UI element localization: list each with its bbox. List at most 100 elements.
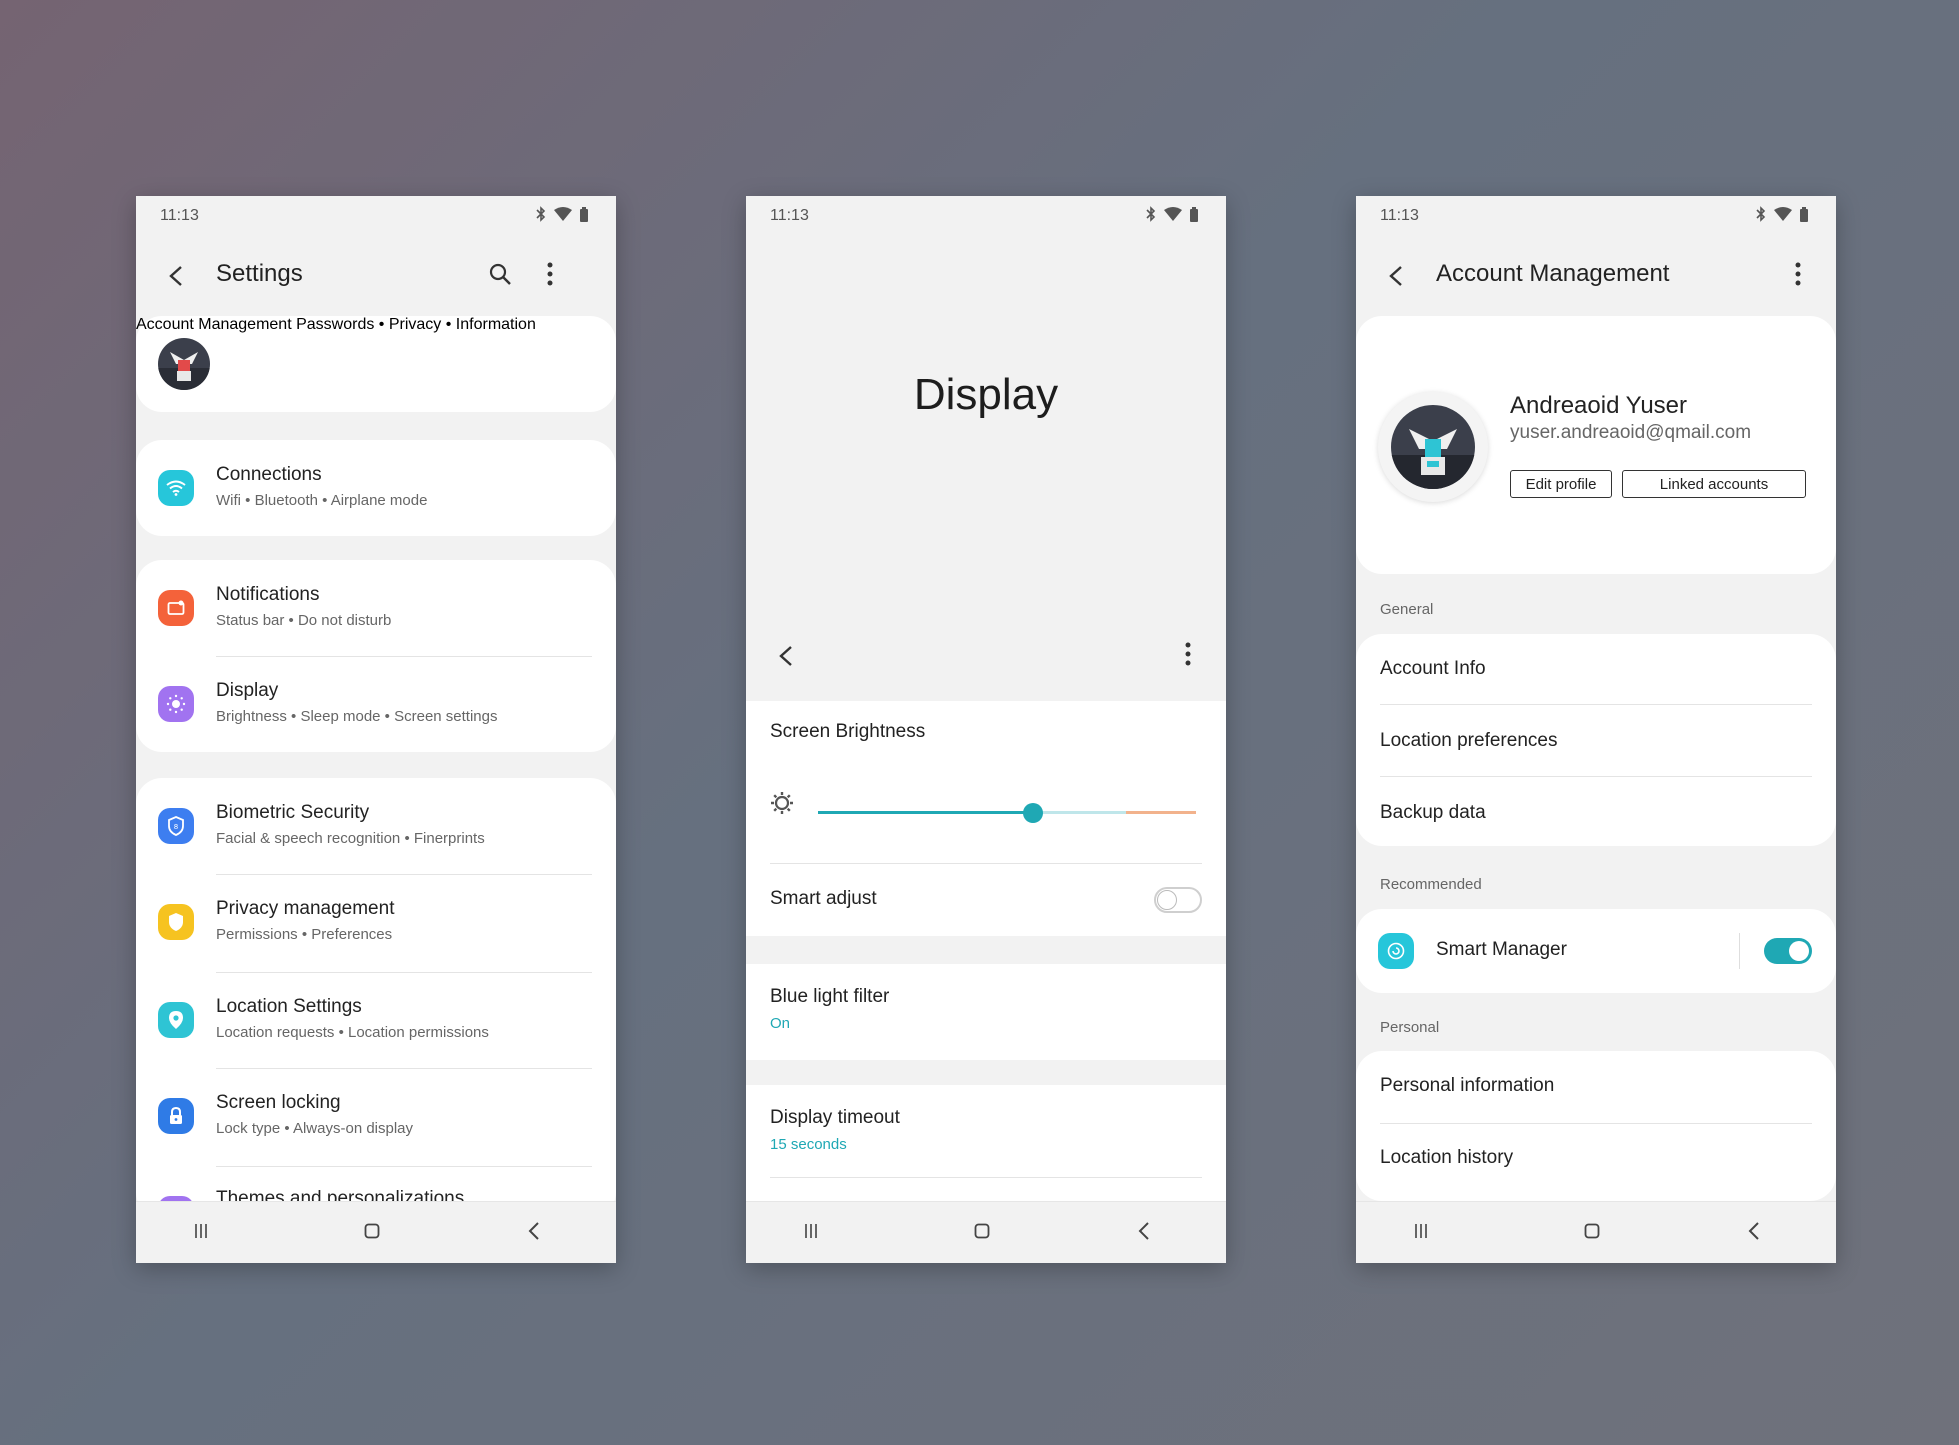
recent-apps-button[interactable] <box>795 1217 827 1249</box>
blue-light-filter-item[interactable]: Blue light filter On <box>746 964 1226 1060</box>
bluetooth-icon <box>1146 206 1156 222</box>
more-options-button[interactable] <box>1170 638 1206 674</box>
settings-item-privacy[interactable]: Privacy management Permissions • Prefere… <box>136 874 616 972</box>
edit-profile-button[interactable]: Edit profile <box>1510 470 1612 498</box>
item-title: Location Settings <box>216 996 362 1017</box>
home-icon <box>364 1223 380 1244</box>
more-vertical-icon <box>1795 262 1801 291</box>
search-icon <box>488 262 512 291</box>
account-card[interactable]: Account Management Passwords • Privacy •… <box>136 316 616 412</box>
notification-icon <box>158 590 194 626</box>
nav-back-button[interactable] <box>1738 1217 1770 1249</box>
settings-item-notifications[interactable]: Notifications Status bar • Do not distur… <box>136 560 616 656</box>
wifi-status-icon <box>1164 207 1182 221</box>
divider <box>770 863 1202 864</box>
home-button[interactable] <box>1576 1217 1608 1249</box>
home-button[interactable] <box>966 1217 998 1249</box>
item-subtitle: Permissions • Preferences <box>216 926 393 943</box>
page-title: Account Management <box>1436 260 1670 287</box>
item-title: Notifications <box>216 584 320 605</box>
app-bar: Account Management <box>1356 236 1836 316</box>
backup-data-item[interactable]: Backup data <box>1356 776 1836 846</box>
app-bar: Settings <box>136 236 616 316</box>
item-label: Location history <box>1380 1147 1514 1168</box>
settings-item-location[interactable]: Location Settings Location requests • Lo… <box>136 972 616 1068</box>
personal-card: Personal information Location history <box>1356 1051 1836 1201</box>
item-title: Screen locking <box>216 1092 341 1113</box>
search-button[interactable] <box>482 258 518 294</box>
svg-text:8: 8 <box>174 823 178 831</box>
divider <box>1739 933 1740 969</box>
recent-apps-icon <box>193 1223 209 1244</box>
item-label: Location preferences <box>1380 730 1558 751</box>
nav-back-icon <box>1748 1221 1760 1245</box>
display-timeout-item[interactable]: Display timeout 15 seconds <box>746 1085 1226 1205</box>
slider-thumb[interactable] <box>1023 803 1043 823</box>
slider-track-filled <box>818 811 1033 814</box>
nav-back-button[interactable] <box>1128 1217 1160 1249</box>
privacy-shield-icon <box>158 904 194 940</box>
item-subtitle: Facial & speech recognition • Finerprint… <box>216 830 485 847</box>
battery-icon <box>1190 206 1198 222</box>
slider-track-warning <box>1126 811 1196 814</box>
status-time: 11:13 <box>770 207 809 224</box>
back-button[interactable] <box>768 638 804 674</box>
blue-light-label: Blue light filter <box>770 986 890 1007</box>
account-title: Account Management <box>136 316 292 333</box>
more-options-button[interactable] <box>532 258 568 294</box>
item-label: Backup data <box>1380 802 1486 823</box>
back-button[interactable] <box>158 258 194 294</box>
avatar <box>158 338 210 390</box>
brightness-section: Screen Brightness Smart adjust <box>746 701 1226 936</box>
item-subtitle: Wifi • Bluetooth • Airplane mode <box>216 492 428 509</box>
item-title: Connections <box>216 464 322 485</box>
account-management-screen: 11:13 Account Management Andreaoid Yuser… <box>1356 196 1836 1263</box>
battery-icon <box>1800 206 1808 222</box>
account-info-item[interactable]: Account Info <box>1356 634 1836 704</box>
profile-name: Andreaoid Yuser <box>1510 392 1688 419</box>
item-subtitle: Status bar • Do not disturb <box>216 612 392 629</box>
settings-item-biometric[interactable]: 8 Biometric Security Facial & speech rec… <box>136 778 616 874</box>
brightness-slider[interactable] <box>818 801 1196 825</box>
display-screen: 11:13 Display Screen Brightness Smart ad… <box>746 196 1226 1263</box>
item-subtitle: Location requests • Location permissions <box>216 1024 489 1041</box>
page-title: Display <box>913 370 1059 419</box>
wifi-status-icon <box>1774 207 1792 221</box>
account-subtitle: Passwords • Privacy • Information <box>296 316 536 333</box>
recent-apps-button[interactable] <box>1405 1217 1437 1249</box>
smart-manager-icon <box>1378 933 1414 969</box>
home-button[interactable] <box>356 1217 388 1249</box>
divider <box>770 1177 1202 1178</box>
profile-email: yuser.andreaoid@qmail.com <box>1510 422 1752 443</box>
smart-manager-toggle[interactable] <box>1764 938 1812 964</box>
general-card: Account Info Location preferences Backup… <box>1356 634 1836 846</box>
status-time: 11:13 <box>160 207 199 224</box>
status-bar: 11:13 <box>746 196 1226 236</box>
recent-apps-icon <box>803 1223 819 1244</box>
personal-information-item[interactable]: Personal information <box>1356 1051 1836 1123</box>
location-preferences-item[interactable]: Location preferences <box>1356 704 1836 776</box>
page-title: Settings <box>216 260 303 287</box>
nav-back-icon <box>1138 1221 1150 1245</box>
security-card: 8 Biometric Security Facial & speech rec… <box>136 778 616 1232</box>
toggle-knob <box>1157 890 1177 910</box>
smart-adjust-toggle[interactable] <box>1154 887 1202 913</box>
nav-back-button[interactable] <box>518 1217 550 1249</box>
blue-light-value: On <box>770 1015 791 1032</box>
settings-item-connections[interactable]: Connections Wifi • Bluetooth • Airplane … <box>136 440 616 536</box>
section-general: General <box>1380 601 1434 618</box>
slider-track-remaining <box>1033 811 1126 814</box>
location-history-item[interactable]: Location history <box>1356 1123 1836 1195</box>
app-bar <box>746 616 1226 696</box>
linked-accounts-button[interactable]: Linked accounts <box>1622 470 1806 498</box>
recent-apps-button[interactable] <box>185 1217 217 1249</box>
profile-card: Andreaoid Yuser yuser.andreaoid@qmail.co… <box>1356 316 1836 574</box>
more-vertical-icon <box>1185 642 1191 671</box>
settings-item-screen-locking[interactable]: Screen locking Lock type • Always-on dis… <box>136 1068 616 1166</box>
back-button[interactable] <box>1378 258 1414 294</box>
smart-manager-card[interactable]: Smart Manager <box>1356 909 1836 993</box>
settings-item-display[interactable]: Display Brightness • Sleep mode • Screen… <box>136 656 616 752</box>
more-options-button[interactable] <box>1780 258 1816 294</box>
settings-screen: 11:13 Settings Account Management Passwo… <box>136 196 616 1263</box>
item-label: Personal information <box>1380 1075 1555 1096</box>
